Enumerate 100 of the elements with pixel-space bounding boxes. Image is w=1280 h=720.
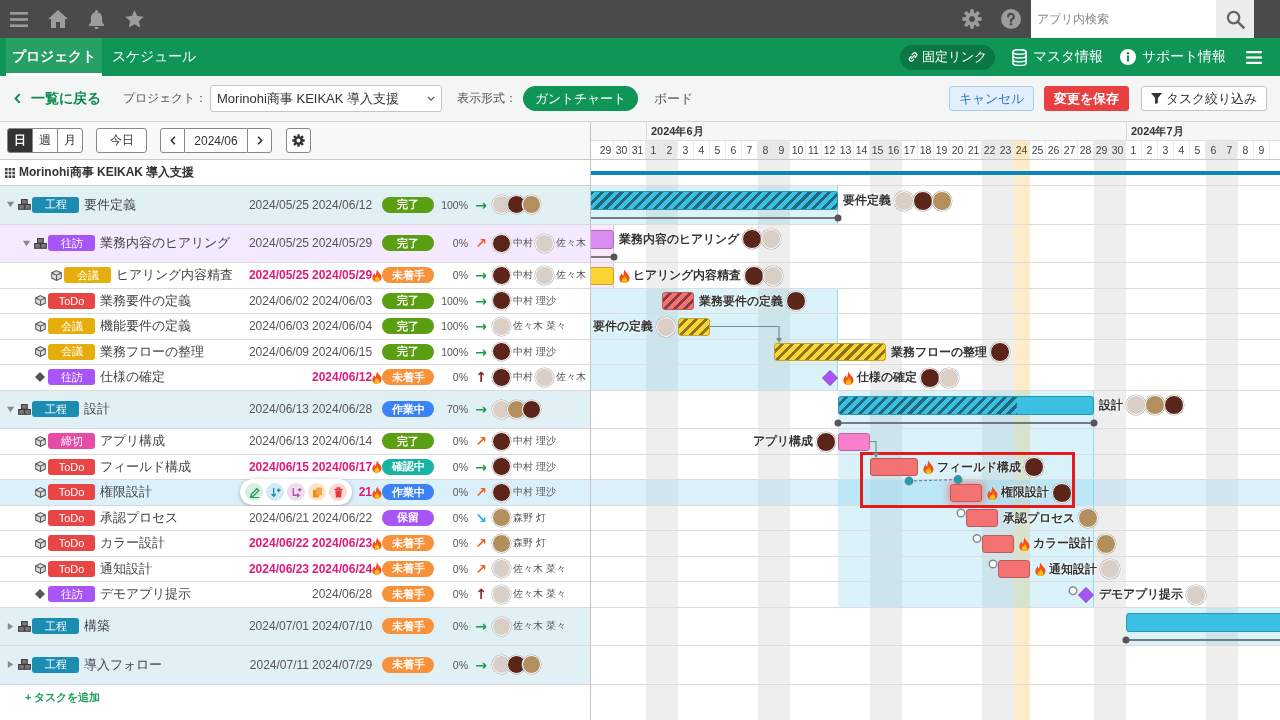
nav-tab[interactable]: スケジュール [106, 38, 202, 76]
expand-toggle[interactable] [21, 238, 31, 248]
task-name[interactable]: デモアプリ提示 [100, 585, 191, 604]
link-handle[interactable] [972, 534, 982, 543]
task-row[interactable]: ToDo 業務要件の定義 2024/06/02 2024/06/03 完了 100% → 中村 理沙 [0, 288, 590, 314]
task-name[interactable]: 通知設計 [100, 559, 152, 578]
task-name[interactable]: 要件定義 [84, 195, 136, 214]
task-name[interactable]: 導入フォロー [84, 655, 162, 674]
task-row[interactable]: 会議 ヒアリング内容精査 2024/05/25 2024/05/29 未着手 0% → 中村 佐々木 [0, 263, 590, 289]
gantt-bar[interactable] [950, 483, 982, 502]
task-name[interactable]: 業務内容のヒアリング [100, 234, 230, 253]
task-name[interactable]: フィールド構成 [100, 457, 191, 476]
task-row[interactable]: 締切 アプリ構成 2024/06/13 2024/06/14 完了 0% ↗ 中村 理沙 [0, 429, 590, 455]
menu-icon[interactable] [10, 11, 28, 27]
link-handle[interactable] [988, 559, 998, 569]
gantt-bar[interactable] [678, 317, 710, 336]
star-icon[interactable] [125, 10, 144, 28]
task-row[interactable]: ToDo 承認プロセス 2024/06/21 2024/06/22 保留 0% ↘ 森野 灯 [0, 505, 590, 531]
today-button[interactable]: 今日 [96, 128, 147, 153]
scale-tab[interactable]: 月 [57, 128, 83, 153]
next-month-button[interactable] [247, 128, 272, 153]
expand-toggle[interactable] [5, 404, 15, 414]
insert-below-button[interactable] [266, 483, 284, 502]
status-tag: 完了 [382, 196, 434, 213]
delete-button[interactable] [329, 483, 347, 502]
box-icon [34, 563, 46, 575]
back-link[interactable]: 一覧に戻る [14, 89, 101, 108]
menu-icon[interactable] [1246, 50, 1262, 64]
task-name[interactable]: 設計 [84, 400, 110, 419]
save-button[interactable]: 変更を保存 [1044, 86, 1129, 111]
task-row[interactable]: 会議 業務フローの整理 2024/06/09 2024/06/15 完了 100% → 中村 理沙 [0, 339, 590, 365]
expand-toggle[interactable] [5, 200, 15, 210]
day-header-cell: 9 [774, 141, 790, 159]
expand-toggle[interactable] [5, 660, 15, 670]
home-icon[interactable] [48, 10, 68, 28]
search-field[interactable]: アプリ内検索 [1031, 0, 1216, 38]
task-row[interactable]: 往訪 デモアプリ提示 2024/06/28 未着手 0% ↑ 佐々木 菜々 [0, 582, 590, 608]
task-name[interactable]: 構築 [84, 617, 110, 636]
task-row[interactable]: 工程 設計 2024/06/13 2024/06/28 作業中 70% → [0, 390, 590, 429]
assignee-name: 佐々木 [556, 370, 586, 385]
bar-label: 業務フローの整理 [891, 344, 987, 360]
flame-icon [923, 460, 934, 475]
status-tag: 未着手 [382, 560, 434, 577]
gantt-bar[interactable] [838, 432, 870, 451]
task-name[interactable]: 権限設計 [100, 483, 152, 502]
category-tag: 往訪 [48, 235, 95, 252]
task-name[interactable]: 業務フローの整理 [100, 342, 204, 361]
task-row[interactable]: ToDo カラー設計 2024/06/22 2024/06/23 未着手 0% ↗ 森野 灯 [0, 531, 590, 557]
search-button[interactable] [1216, 0, 1254, 38]
view-mode-tab[interactable]: ガントチャート [523, 86, 638, 111]
task-name[interactable]: 仕様の確定 [100, 368, 165, 387]
task-name[interactable]: カラー設計 [100, 534, 165, 553]
permalink-button[interactable]: 固定リンク [900, 44, 995, 70]
task-row[interactable]: 往訪 仕様の確定 2024/06/12 未着手 0% ↑ 中村 佐々木 [0, 365, 590, 391]
settings-button[interactable] [286, 128, 311, 153]
task-name[interactable]: アプリ構成 [100, 432, 165, 451]
scale-tab[interactable]: 週 [32, 128, 58, 153]
task-name[interactable]: 機能要件の定義 [100, 317, 191, 336]
day-header-cell: 20 [950, 141, 966, 159]
link-handle[interactable] [1068, 586, 1078, 596]
link-handle[interactable] [956, 508, 966, 518]
task-row[interactable]: 会議 機能要件の定義 2024/06/03 2024/06/04 完了 100% → 佐々木 菜々 [0, 314, 590, 340]
task-row[interactable]: 工程 導入フォロー 2024/07/11 2024/07/29 未着手 0% → [0, 646, 590, 685]
task-name[interactable]: 業務要件の定義 [100, 291, 191, 310]
progress-percent: 0% [451, 371, 469, 384]
bell-icon[interactable] [88, 9, 105, 29]
milestone-marker[interactable] [822, 369, 838, 386]
filter-button[interactable]: タスク絞り込み [1141, 86, 1267, 111]
start-date: 2024/05/25 [248, 268, 309, 283]
cancel-button[interactable]: キャンセル [949, 86, 1034, 111]
category-tag: 会議 [48, 343, 95, 360]
previous-month-button[interactable] [160, 128, 185, 153]
support-link[interactable]: サポート情報 [1120, 48, 1226, 66]
task-name[interactable]: 承認プロセス [100, 508, 178, 527]
gantt-bar[interactable] [591, 191, 838, 210]
settings-icon[interactable] [962, 9, 982, 29]
scale-tab[interactable]: 日 [7, 128, 33, 153]
copy-button[interactable] [308, 483, 326, 502]
link-handle[interactable] [953, 475, 963, 484]
expand-toggle[interactable] [5, 621, 15, 631]
help-icon[interactable] [1001, 9, 1021, 29]
add-subtask-button[interactable] [287, 483, 305, 502]
master-data-link[interactable]: マスタ情報 [1012, 48, 1103, 66]
gantt-bar[interactable] [1126, 612, 1280, 632]
project-select[interactable]: Morinohi商事 KEIKAK 導入支援 [210, 85, 442, 112]
add-task-link[interactable]: + タスクを追加 [25, 689, 101, 705]
task-row[interactable]: 工程 要件定義 2024/05/25 2024/06/12 完了 100% → [0, 186, 590, 225]
task-row[interactable]: 往訪 業務内容のヒアリング 2024/05/25 2024/05/29 完了 0% ↗ 中村 佐々木 [0, 224, 590, 263]
gantt-bar[interactable] [774, 343, 886, 361]
task-row[interactable]: 工程 構築 2024/07/01 2024/07/10 未着手 0% → 佐々木 菜々 [0, 607, 590, 646]
gantt-bar[interactable] [662, 292, 694, 310]
gantt-bar[interactable] [838, 395, 1094, 415]
task-row[interactable]: ToDo 通知設計 2024/06/23 2024/06/24 未着手 0% ↗ 佐々木 菜々 [0, 556, 590, 582]
task-row[interactable]: ToDo 権限設計 21 作業中 0% ↗ 中村 理沙 [0, 480, 590, 506]
day-header-cell: 1 [1126, 141, 1142, 159]
task-row[interactable]: ToDo フィールド構成 2024/06/15 2024/06/17 確認中 0% → 中村 理沙 [0, 454, 590, 480]
task-name[interactable]: ヒアリング内容精査 [116, 266, 233, 285]
view-mode-tab[interactable]: ボード [642, 86, 705, 111]
flame-icon [372, 460, 382, 474]
link-handle[interactable] [904, 476, 914, 486]
